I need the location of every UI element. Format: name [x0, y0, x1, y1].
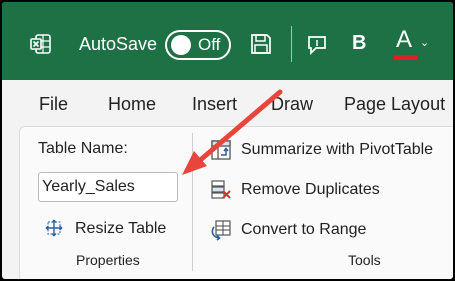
convert-to-range-button[interactable]: Convert to Range	[241, 221, 366, 239]
table-name-input[interactable]	[38, 172, 178, 202]
save-icon[interactable]	[249, 32, 273, 56]
ribbon-tabs: File Home Insert Draw Page Layout	[2, 80, 453, 128]
remove-duplicates-button[interactable]: Remove Duplicates	[241, 181, 380, 199]
resize-table-icon	[45, 219, 63, 237]
autosave-state: Off	[198, 35, 221, 54]
group-divider	[192, 133, 193, 271]
excel-window: AutoSave Off B A ⌄ File Home Insert Draw…	[2, 2, 453, 279]
resize-table-button[interactable]: Resize Table	[75, 220, 166, 238]
excel-icon[interactable]	[30, 33, 52, 55]
table-name-label: Table Name:	[38, 140, 128, 157]
chevron-down-icon[interactable]: ⌄	[420, 36, 429, 49]
toolbar-separator	[291, 26, 292, 62]
tab-page-layout[interactable]: Page Layout	[344, 94, 445, 115]
summarize-pivottable-button[interactable]: Summarize with PivotTable	[241, 141, 433, 159]
pivot-table-icon	[211, 140, 231, 160]
properties-group-label: Properties	[76, 252, 140, 268]
title-bar: AutoSave Off B A ⌄	[2, 2, 453, 80]
tab-insert[interactable]: Insert	[192, 94, 237, 115]
tools-group-label: Tools	[348, 252, 381, 268]
tab-draw[interactable]: Draw	[271, 94, 313, 115]
comment-icon[interactable]	[306, 34, 328, 56]
font-color-button[interactable]: A ⌄	[394, 26, 429, 62]
ribbon-panel: Table Name: Resize Table Properties Summ…	[19, 126, 453, 279]
font-color-bar	[394, 55, 417, 60]
bold-button[interactable]: B	[352, 32, 366, 55]
font-color-letter: A	[396, 26, 413, 53]
remove-duplicates-icon	[211, 180, 231, 199]
convert-range-icon	[211, 220, 231, 241]
tab-home[interactable]: Home	[108, 94, 156, 115]
toggle-knob	[171, 35, 191, 55]
autosave-label: AutoSave	[79, 34, 158, 54]
tab-file[interactable]: File	[39, 94, 68, 115]
autosave-toggle[interactable]: Off	[165, 30, 231, 60]
